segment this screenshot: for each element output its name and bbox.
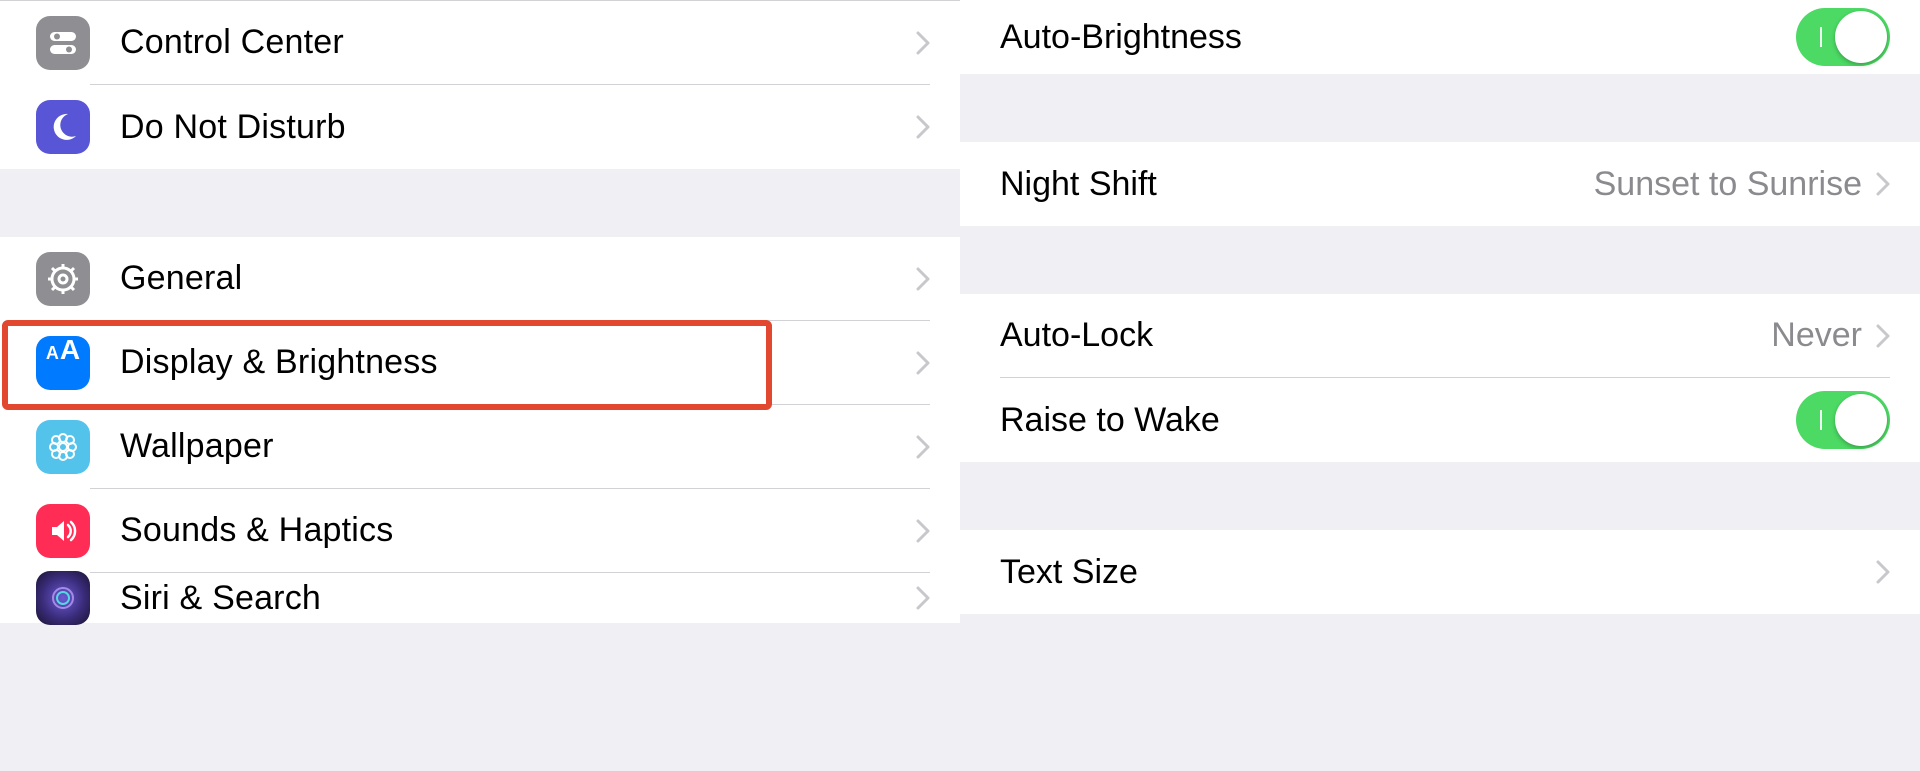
group-lock: Auto-Lock Never Raise to Wake (960, 294, 1920, 462)
section-gap (0, 169, 960, 237)
control-center-icon (36, 16, 90, 70)
speaker-icon (36, 504, 90, 558)
row-general[interactable]: General (0, 237, 960, 321)
row-label: Night Shift (1000, 165, 1594, 204)
row-label: Raise to Wake (1000, 401, 1796, 440)
chevron-right-icon (1876, 560, 1890, 584)
siri-icon (36, 571, 90, 625)
chevron-right-icon (1876, 172, 1890, 196)
raise-to-wake-toggle[interactable] (1796, 391, 1890, 449)
row-siri-search[interactable]: Siri & Search (0, 573, 960, 623)
row-raise-to-wake[interactable]: Raise to Wake (960, 378, 1920, 462)
chevron-right-icon (916, 351, 930, 375)
row-sounds-haptics[interactable]: Sounds & Haptics (0, 489, 960, 573)
row-wallpaper[interactable]: Wallpaper (0, 405, 960, 489)
chevron-right-icon (916, 519, 930, 543)
auto-brightness-toggle[interactable] (1796, 8, 1890, 66)
chevron-right-icon (916, 115, 930, 139)
section-gap (960, 226, 1920, 294)
settings-group-1: Control Center Do Not Disturb (0, 0, 960, 169)
group-text: Text Size (960, 530, 1920, 614)
row-display-brightness[interactable]: A A Display & Brightness (0, 321, 960, 405)
row-label: Auto-Lock (1000, 316, 1771, 355)
row-value: Never (1771, 316, 1876, 355)
row-control-center[interactable]: Control Center (0, 1, 960, 85)
flower-icon (36, 420, 90, 474)
chevron-right-icon (916, 435, 930, 459)
gear-icon (36, 252, 90, 306)
chevron-right-icon (1876, 324, 1890, 348)
row-auto-brightness[interactable]: Auto-Brightness (960, 0, 1920, 74)
settings-root-list: Control Center Do Not Disturb (0, 0, 960, 771)
moon-icon (36, 100, 90, 154)
row-label: Wallpaper (90, 427, 916, 466)
chevron-right-icon (916, 31, 930, 55)
row-label: Display & Brightness (90, 343, 916, 382)
group-auto-brightness: Auto-Brightness (960, 0, 1920, 74)
row-value: Sunset to Sunrise (1594, 165, 1876, 204)
row-do-not-disturb[interactable]: Do Not Disturb (0, 85, 960, 169)
row-label: Text Size (1000, 553, 1876, 592)
settings-group-2: General A A Display & Brightness (0, 237, 960, 623)
row-night-shift[interactable]: Night Shift Sunset to Sunrise (960, 142, 1920, 226)
group-night-shift: Night Shift Sunset to Sunrise (960, 142, 1920, 226)
row-label: Siri & Search (90, 579, 916, 618)
row-label: Sounds & Haptics (90, 511, 916, 550)
row-text-size[interactable]: Text Size (960, 530, 1920, 614)
section-gap (960, 74, 1920, 142)
row-label: Do Not Disturb (90, 108, 916, 147)
text-size-icon: A A (36, 336, 90, 390)
row-label: Auto-Brightness (1000, 18, 1796, 57)
row-label: Control Center (90, 23, 916, 62)
chevron-right-icon (916, 586, 930, 610)
display-brightness-detail: Auto-Brightness Night Shift Sunset to Su… (960, 0, 1920, 771)
row-label: General (90, 259, 916, 298)
section-gap (960, 462, 1920, 530)
row-auto-lock[interactable]: Auto-Lock Never (960, 294, 1920, 378)
chevron-right-icon (916, 267, 930, 291)
